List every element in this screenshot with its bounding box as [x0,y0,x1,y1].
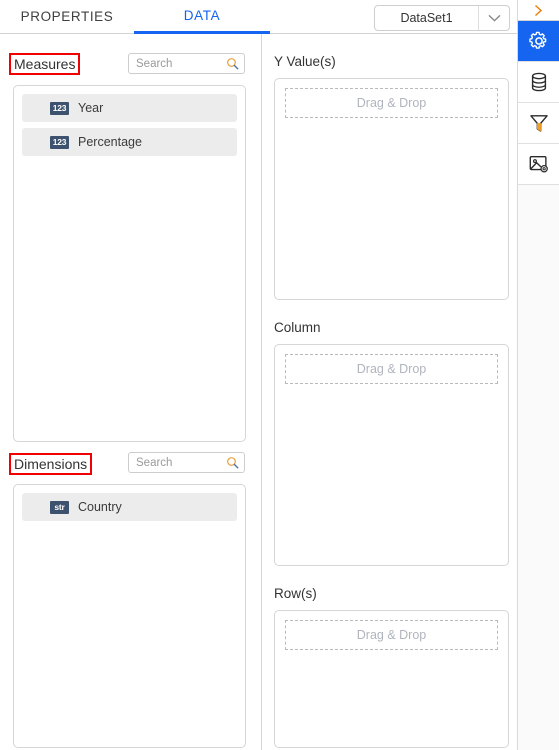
shelf-y-values[interactable]: Drag & Drop [274,78,509,300]
measures-title: Measures [9,52,81,76]
shelf-column[interactable]: Drag & Drop [274,344,509,566]
list-item[interactable]: 123 Year [22,94,237,122]
dropzone-y-values[interactable]: Drag & Drop [285,88,498,118]
fields-panel: Measures 123 Year 123 Percentage [0,34,262,750]
tab-properties[interactable]: PROPERTIES [0,0,134,33]
measures-header: Measures [9,52,81,76]
measures-search-input[interactable] [128,53,245,74]
field-label: Percentage [78,135,142,149]
gear-icon[interactable] [518,21,559,62]
filter-icon[interactable] [518,103,559,144]
shelf-label-column: Column [274,320,321,335]
shelf-label-y-values: Y Value(s) [274,54,336,69]
tab-data[interactable]: DATA [134,0,270,34]
dimensions-header: Dimensions [9,452,93,476]
image-settings-icon[interactable] [518,144,559,185]
number-type-badge-icon: 123 [50,135,69,149]
dataset-selected-value: DataSet1 [400,11,453,25]
string-type-badge-icon: str [50,500,69,514]
icon-rail [517,0,559,750]
shelf-label-rows: Row(s) [274,586,317,601]
field-label: Year [78,101,104,115]
chevron-right-icon[interactable] [518,0,559,21]
field-label: Country [78,500,122,514]
list-item[interactable]: str Country [22,493,237,521]
dimensions-search-field[interactable] [136,456,226,469]
dropzone-column[interactable]: Drag & Drop [285,354,498,384]
dimensions-search-input[interactable] [128,452,245,473]
dimensions-list[interactable]: str Country [13,484,246,748]
data-panel-window: PROPERTIES DATA DataSet1 Measures Search… [0,0,559,750]
search-icon[interactable] [226,57,239,70]
measures-search-field[interactable] [136,57,226,70]
shelves-panel: Y Value(s) Drag & Drop Column Drag & Dro… [263,34,517,750]
chevron-down-icon[interactable] [478,6,509,30]
dataset-dropdown[interactable]: DataSet1 [374,5,510,31]
number-type-badge-icon: 123 [50,101,69,115]
shelf-rows[interactable]: Drag & Drop [274,610,509,748]
database-icon[interactable] [518,62,559,103]
search-icon[interactable] [226,456,239,469]
measures-list[interactable]: 123 Year 123 Percentage [13,85,246,442]
dropzone-rows[interactable]: Drag & Drop [285,620,498,650]
list-item[interactable]: 123 Percentage [22,128,237,156]
dimensions-title: Dimensions [9,452,93,476]
